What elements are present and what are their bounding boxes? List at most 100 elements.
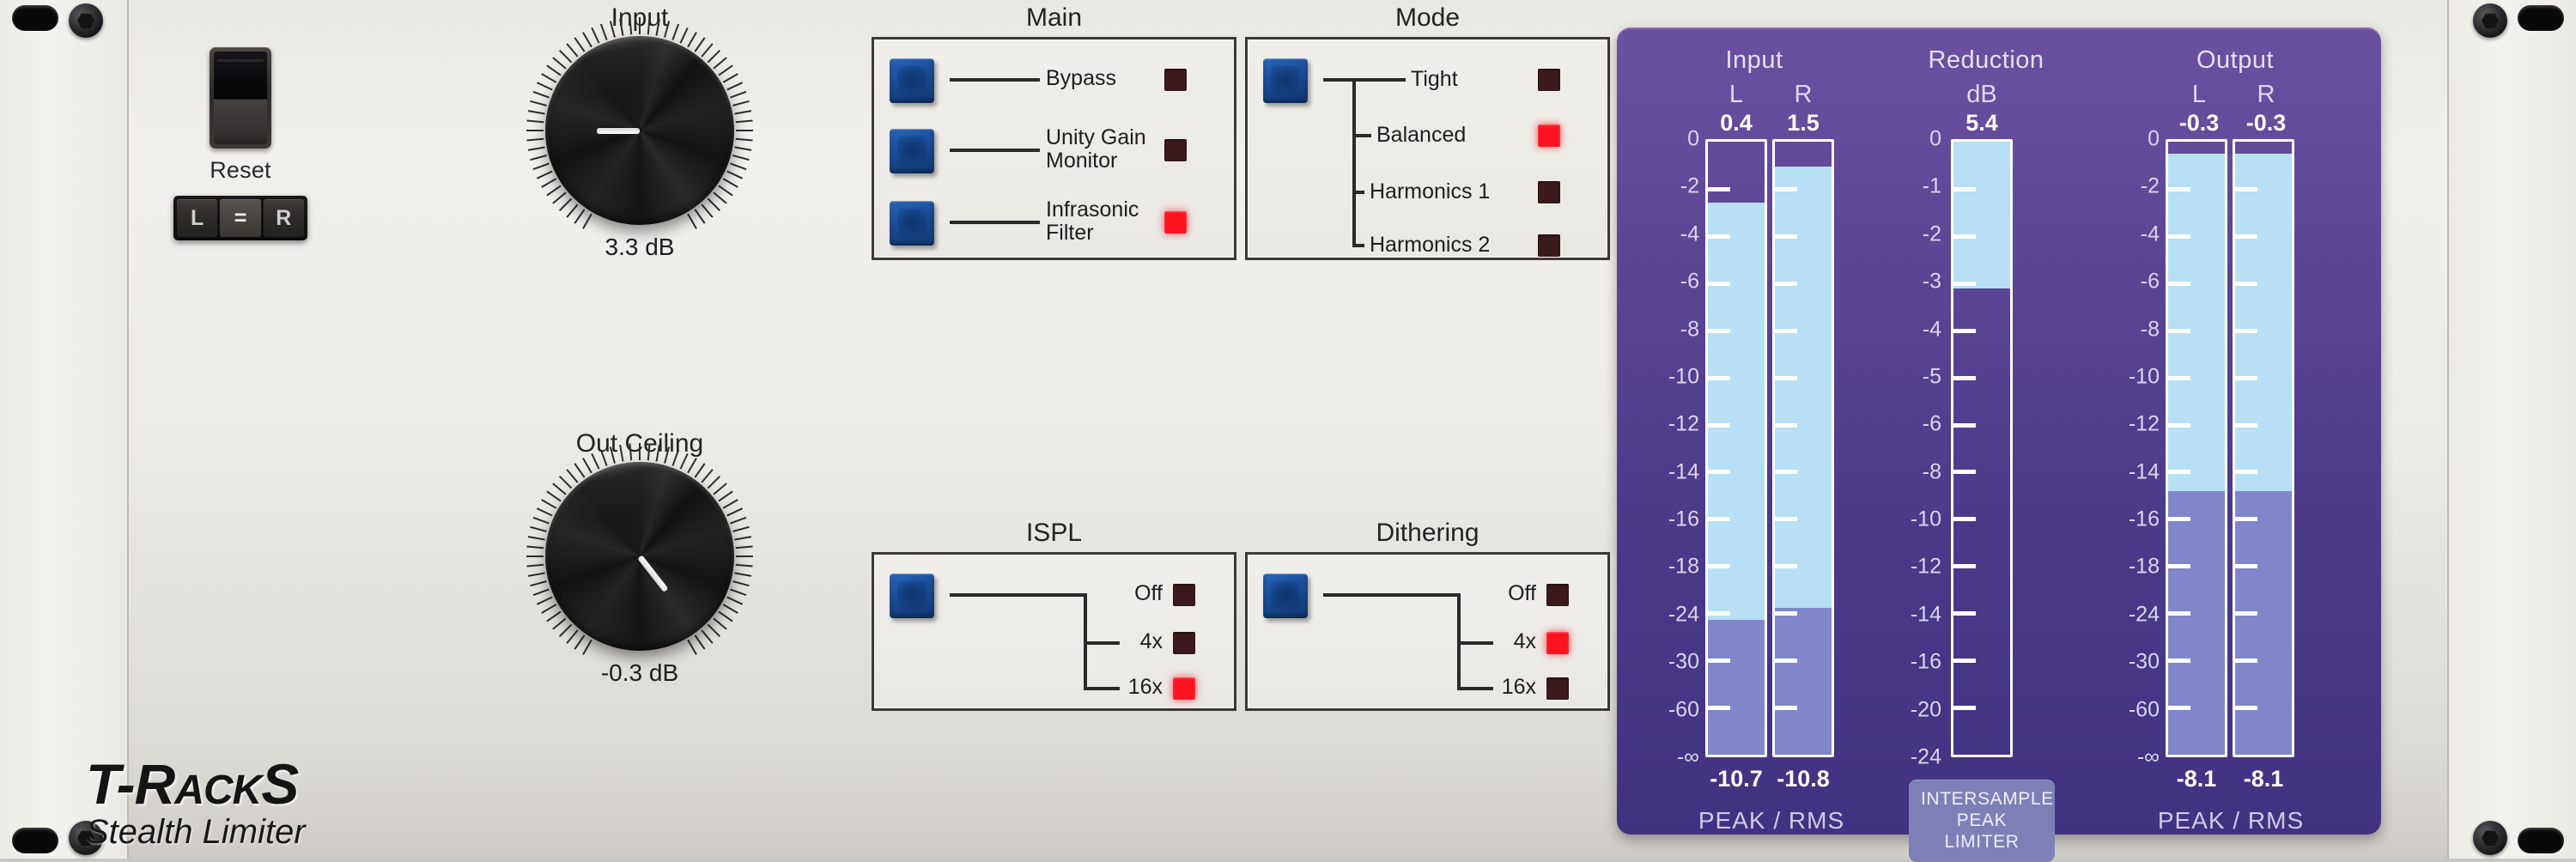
input-knob-block: Input 3.3 dB [511,3,769,261]
brand-logo-main: T-RACKS [86,756,306,812]
input-meter-scale: 0-2-4-6-8-10-12-14-16-18-24-30-60-∞ [1660,139,1699,757]
link-button-equal[interactable]: = [220,199,260,237]
dithering-label-16x: 16x [1450,676,1536,699]
scale-tick-label: -4 [1923,317,1941,342]
main-button-infrasonic-filter[interactable] [890,201,934,246]
main-button-bypass[interactable] [890,58,934,103]
scale-tick-label: -60 [2129,697,2160,722]
output-channel-label-r: R [2233,81,2299,109]
mode-label-balanced: Balanced [1376,124,1466,147]
input-peak-value-r: 1.5 [1773,110,1833,137]
panel-main-title: Main [872,3,1236,33]
out-ceiling-knob[interactable] [545,462,734,651]
mode-wire-harmonics-2 [1352,244,1364,247]
scale-tick-label: -24 [1911,745,1941,770]
reduction-value: 5.4 [1947,110,2016,137]
scale-tick-label: -12 [1668,412,1699,437]
mode-wire-spine [1352,78,1356,247]
scale-tick-label: -5 [1923,364,1941,389]
panel-main: Main Bypass Unity Gain Monitor Infrasoni… [872,3,1236,260]
panel-mode-title: Mode [1245,3,1610,33]
scale-tick-label: -18 [1668,555,1699,580]
mode-wire-tight [1352,78,1406,82]
scale-tick-label: -14 [1668,459,1699,484]
scale-tick-label: -30 [2129,650,2160,675]
scale-tick-label: -30 [1668,650,1699,675]
scale-tick-label: -12 [2129,412,2160,437]
input-knob[interactable] [545,36,734,225]
main-wire-infrasonic [950,221,1040,224]
main-led-unity-gain-monitor [1164,139,1187,161]
rack-screw-top-right[interactable] [2473,3,2507,38]
dithering-led-off [1546,584,1569,606]
scale-tick-label: -1 [1923,174,1941,199]
rack-slot-bottom-left [12,828,58,853]
reset-toggle-switch[interactable] [210,47,271,149]
scale-tick-label: -10 [1668,364,1699,389]
link-button-right[interactable]: R [264,199,304,237]
product-name: Stealth Limiter [86,812,306,852]
rack-screw-top-left[interactable] [69,3,103,38]
ispl-label-16x: 16x [1077,676,1163,699]
mode-button-selector[interactable] [1263,58,1308,103]
output-peak-value-l: -0.3 [2165,110,2233,137]
input-knob-pointer [597,128,640,134]
mode-wire-stem [1323,78,1356,82]
scale-tick-label: -2 [1680,174,1699,199]
input-meter-ticks-l [1708,142,1765,755]
out-ceiling-knob-body[interactable] [545,462,734,651]
meter-group-title-output: Output [2115,46,2355,75]
main-wire-unity-gain [950,149,1040,152]
panel-mode: Mode Tight Balanced Harmonics 1 Harmonic… [1245,3,1610,260]
rack-slot-bottom-right [2518,828,2564,853]
dithering-led-16x [1546,677,1569,700]
input-channel-label-l: L [1706,81,1766,109]
reduction-meter-bar [1951,139,2013,757]
scale-tick-label: -4 [1680,222,1699,246]
reduction-unit-label: dB [1947,81,2016,109]
panel-main-box: Bypass Unity Gain Monitor Infrasonic Fil… [872,37,1236,260]
main-wire-bypass [950,78,1040,82]
meter-group-title-input: Input [1634,46,1874,75]
mode-wire-balanced [1352,134,1371,137]
channel-link-group: L = R [173,196,307,240]
reset-block: Reset L = R [137,47,343,240]
scale-tick-label: -∞ [2137,745,2160,770]
scale-tick-label: -4 [2141,222,2160,246]
output-peak-rms-footer: PEAK / RMS [2123,807,2338,835]
scale-tick-label: -18 [2129,555,2160,580]
input-meter-bar-l [1705,139,1767,757]
ispl-label-off: Off [1077,582,1163,605]
main-led-bypass [1164,69,1187,91]
out-ceiling-knob-block: Out Ceiling -0.3 dB [511,429,769,687]
reset-label: Reset [137,157,343,184]
scale-tick-label: -6 [2141,270,2160,294]
input-rms-value-l: -10.7 [1704,766,1769,792]
input-knob-body[interactable] [545,36,734,225]
rack-screw-bottom-right[interactable] [2473,821,2507,855]
scale-tick-label: -24 [1668,602,1699,627]
scale-tick-label: -20 [1911,697,1941,722]
dithering-button-selector[interactable] [1263,574,1308,618]
link-button-left[interactable]: L [177,199,217,237]
scale-tick-label: -16 [2129,507,2160,532]
output-rms-value-l: -8.1 [2164,766,2229,792]
scale-tick-label: -3 [1923,270,1941,294]
reduction-meter-ticks [1953,142,2010,755]
scale-tick-label: -10 [2129,364,2160,389]
ispl-led-off [1173,584,1195,606]
reduction-meter-scale: 0-1-2-3-4-5-6-8-10-12-14-16-20-24 [1902,139,1941,757]
ispl-wire-off [950,593,1087,597]
output-meter-bar-l [2166,139,2227,757]
scale-tick-label: 0 [1929,127,1941,152]
output-rms-value-r: -8.1 [2231,766,2296,792]
main-button-unity-gain-monitor[interactable] [890,129,934,173]
scale-tick-label: -2 [2141,174,2160,199]
rack-slot-top-right [2518,5,2564,31]
brand-logo: T-RACKS Stealth Limiter [86,756,306,852]
ispl-button-selector[interactable] [890,574,934,618]
mode-label-tight: Tight [1411,68,1458,91]
meter-group-title-reduction: Reduction [1866,46,2106,75]
scale-tick-label: -10 [1911,507,1941,532]
output-channel-label-l: L [2166,81,2232,109]
